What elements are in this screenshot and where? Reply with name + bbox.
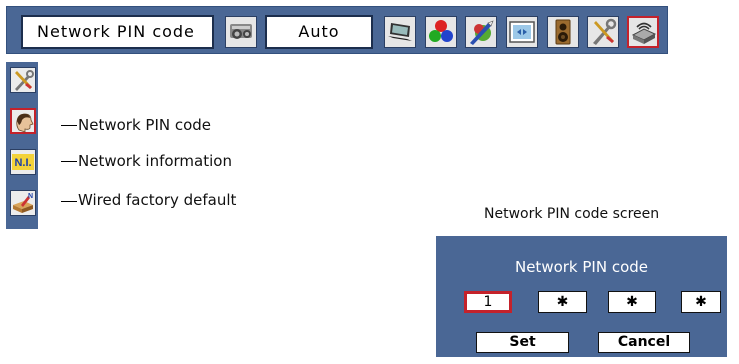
tools-icon[interactable] bbox=[587, 16, 619, 48]
pin-digit-2[interactable]: ✱ bbox=[538, 291, 587, 313]
callout-network-pin-code: Network PIN code bbox=[78, 116, 212, 134]
image-adjust-icon[interactable] bbox=[465, 16, 497, 48]
cancel-button[interactable]: Cancel bbox=[598, 332, 690, 353]
menu-bar: Network PIN code Auto bbox=[6, 6, 668, 54]
speaker-icon[interactable] bbox=[547, 16, 579, 48]
input-mode-value: Auto bbox=[265, 15, 373, 49]
callout-network-information: Network information bbox=[78, 152, 232, 170]
leader-line bbox=[61, 125, 77, 126]
pin-digit-4[interactable]: ✱ bbox=[681, 291, 721, 313]
screen-icon[interactable] bbox=[506, 16, 538, 48]
projector-settings-icon[interactable] bbox=[225, 16, 257, 48]
laptop-input-icon[interactable] bbox=[384, 16, 416, 48]
pin-digit-3[interactable]: ✱ bbox=[608, 291, 656, 313]
pin-code-dialog: Network PIN code 1 ✱ ✱ ✱ Set Cancel bbox=[436, 236, 727, 357]
leader-line bbox=[61, 201, 77, 202]
wrench-screwdriver-icon[interactable] bbox=[10, 67, 36, 93]
factory-default-icon[interactable]: N bbox=[10, 190, 36, 216]
svg-text:N: N bbox=[28, 193, 33, 200]
set-button[interactable]: Set bbox=[476, 332, 569, 353]
screen-caption: Network PIN code screen bbox=[484, 206, 660, 222]
dialog-title: Network PIN code bbox=[514, 258, 649, 276]
color-balls-icon[interactable] bbox=[425, 16, 457, 48]
menu-title: Network PIN code bbox=[21, 15, 214, 49]
network-icon[interactable] bbox=[627, 16, 659, 48]
svg-text:N.I.: N.I. bbox=[14, 157, 31, 169]
submenu-panel: N.I. N bbox=[6, 62, 38, 229]
leader-line bbox=[61, 161, 77, 162]
callout-wired-factory-default: Wired factory default bbox=[78, 191, 237, 209]
head-profile-icon[interactable] bbox=[10, 108, 36, 134]
ni-badge-icon[interactable]: N.I. bbox=[10, 149, 36, 175]
pin-digit-1[interactable]: 1 bbox=[464, 291, 512, 313]
